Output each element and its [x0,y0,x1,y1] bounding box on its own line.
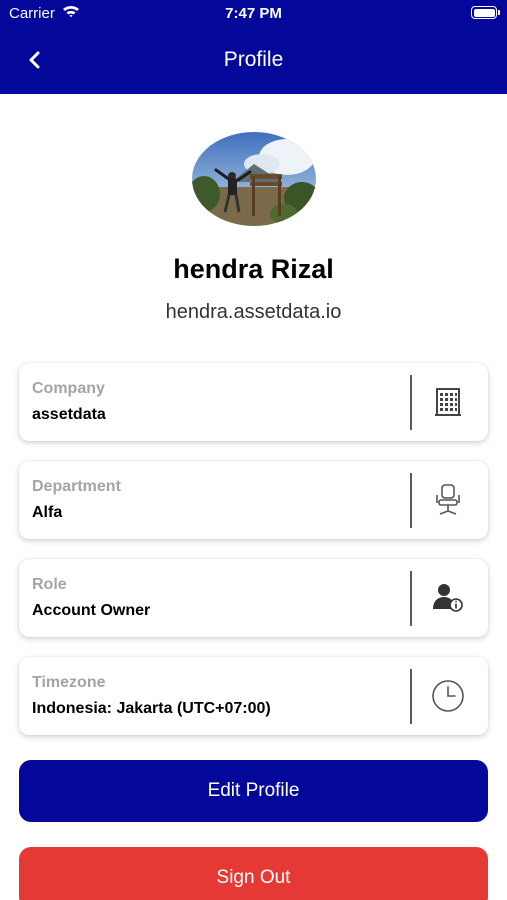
card-divider [410,375,412,430]
role-value: Account Owner [32,602,151,619]
card-divider [410,669,412,724]
card-divider [410,473,412,528]
user-name: hendra Rizal [173,254,334,284]
timezone-label: Timezone [32,674,106,691]
building-icon [435,388,461,416]
nav-bar: Profile [0,36,507,84]
avatar-photo [192,132,316,226]
timezone-card: Timezone Indonesia: Jakarta (UTC+07:00) [19,657,488,735]
card-divider [410,571,412,626]
battery-icon [471,6,500,19]
page-title: Profile [223,48,284,71]
user-info-icon [433,584,463,612]
department-card: Department Alfa [19,461,488,539]
sign-out-button[interactable]: Sign Out [19,847,488,900]
office-chair-icon [436,484,460,515]
header: Carrier 7:47 PM Profile [0,0,507,94]
timezone-value: Indonesia: Jakarta (UTC+07:00) [32,700,271,717]
company-card: Company assetdata [19,363,488,441]
company-label: Company [32,380,105,397]
department-value: Alfa [32,504,63,521]
status-time: 7:47 PM [225,5,282,22]
department-label: Department [32,478,121,495]
status-bar: Carrier 7:47 PM [0,0,507,28]
avatar[interactable] [192,132,316,226]
clock-icon [432,680,464,712]
role-card: Role Account Owner [19,559,488,637]
company-value: assetdata [32,406,106,423]
user-email: hendra.assetdata.io [165,301,342,323]
role-label: Role [32,576,67,593]
edit-profile-button[interactable]: Edit Profile [19,760,488,822]
